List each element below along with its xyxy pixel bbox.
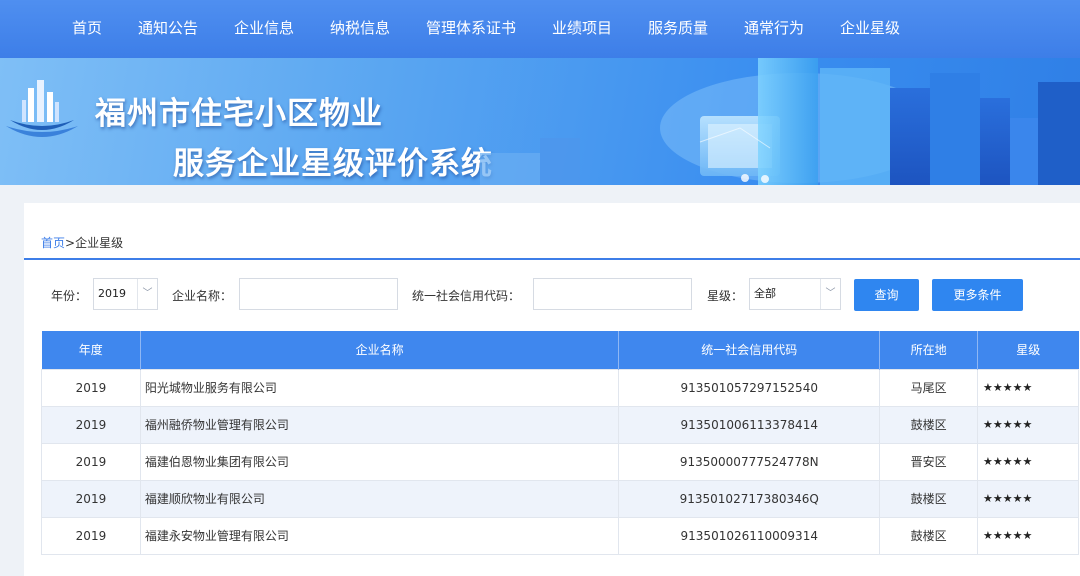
- nav-item-home[interactable]: 首页: [72, 0, 102, 58]
- cell-year: 2019: [41, 442, 141, 481]
- cell-credit-code: 913501026110009314: [618, 516, 881, 555]
- nav-item-projects[interactable]: 业绩项目: [552, 0, 612, 58]
- city-buildings-illustration: [480, 58, 1080, 185]
- nav-item-notice[interactable]: 通知公告: [138, 0, 198, 58]
- nav-item-behavior[interactable]: 通常行为: [744, 0, 804, 58]
- cell-credit-code: 91350000777524778N: [618, 442, 881, 481]
- year-select-value: 2019: [98, 287, 126, 300]
- nav-item-quality[interactable]: 服务质量: [648, 0, 708, 58]
- cell-stars: ★★★★★: [977, 442, 1079, 481]
- column-header-code: 统一社会信用代码: [618, 331, 881, 369]
- table-row[interactable]: 2019 福建永安物业管理有限公司 913501026110009314 鼓楼区…: [41, 516, 1079, 555]
- table-header-row: 年度 企业名称 统一社会信用代码 所在地 星级: [41, 331, 1079, 369]
- cell-company-name[interactable]: 福建伯恩物业集团有限公司: [139, 442, 620, 481]
- year-select[interactable]: 2019 ﹀: [93, 278, 158, 310]
- star-level-select-value: 全部: [754, 287, 776, 300]
- credit-code-label: 统一社会信用代码：: [412, 289, 521, 303]
- column-header-name: 企业名称: [140, 331, 620, 369]
- breadcrumb-divider: [24, 258, 1080, 260]
- cell-year: 2019: [41, 368, 141, 407]
- cell-company-name[interactable]: 福州融侨物业管理有限公司: [139, 405, 620, 444]
- table-row[interactable]: 2019 福建顺欣物业有限公司 91350102717380346Q 鼓楼区 ★…: [41, 479, 1079, 518]
- cell-stars: ★★★★★: [977, 405, 1079, 444]
- breadcrumb: 首页>企业星级: [41, 234, 123, 251]
- banner-title-line1: 福州市住宅小区物业: [95, 96, 383, 132]
- chevron-down-icon: ﹀: [820, 279, 840, 309]
- credit-code-input[interactable]: [533, 278, 692, 310]
- cell-location: 马尾区: [879, 368, 979, 407]
- star-rating-table: 年度 企业名称 统一社会信用代码 所在地 星级 2019 阳光城物业服务有限公司…: [41, 331, 1079, 555]
- year-label: 年份：: [51, 289, 88, 303]
- more-conditions-button[interactable]: 更多条件: [932, 279, 1023, 311]
- cell-year: 2019: [41, 479, 141, 518]
- cell-stars: ★★★★★: [977, 368, 1079, 407]
- cell-year: 2019: [41, 405, 141, 444]
- column-header-location: 所在地: [879, 331, 979, 369]
- company-name-input[interactable]: [239, 278, 398, 310]
- query-button[interactable]: 查询: [854, 279, 919, 311]
- cell-stars: ★★★★★: [977, 479, 1079, 518]
- table-row[interactable]: 2019 福建伯恩物业集团有限公司 91350000777524778N 晋安区…: [41, 442, 1079, 481]
- cell-company-name[interactable]: 福建顺欣物业有限公司: [139, 479, 620, 518]
- nav-item-tax[interactable]: 纳税信息: [330, 0, 390, 58]
- breadcrumb-home[interactable]: 首页: [41, 236, 65, 250]
- table-row[interactable]: 2019 福州融侨物业管理有限公司 913501006113378414 鼓楼区…: [41, 405, 1079, 444]
- cell-location: 鼓楼区: [879, 405, 979, 444]
- top-nav: 首页 通知公告 企业信息 纳税信息 管理体系证书 业绩项目 服务质量 通常行为 …: [0, 0, 1080, 58]
- star-level-label: 星级：: [707, 289, 744, 303]
- breadcrumb-current: 企业星级: [75, 236, 124, 250]
- cell-credit-code: 913501006113378414: [618, 405, 881, 444]
- cell-year: 2019: [41, 516, 141, 555]
- cell-location: 晋安区: [879, 442, 979, 481]
- breadcrumb-separator: >: [65, 236, 76, 250]
- nav-item-company[interactable]: 企业信息: [234, 0, 294, 58]
- cell-credit-code: 91350102717380346Q: [618, 479, 881, 518]
- star-level-select[interactable]: 全部 ﹀: [749, 278, 841, 310]
- nav-item-certificate[interactable]: 管理体系证书: [426, 0, 516, 58]
- cell-company-name[interactable]: 福建永安物业管理有限公司: [139, 516, 620, 555]
- cell-stars: ★★★★★: [977, 516, 1079, 555]
- cell-company-name[interactable]: 阳光城物业服务有限公司: [139, 368, 620, 407]
- city-logo-icon: [6, 80, 78, 137]
- cell-location: 鼓楼区: [879, 479, 979, 518]
- cell-location: 鼓楼区: [879, 516, 979, 555]
- nav-item-star-rating[interactable]: 企业星级: [840, 0, 900, 58]
- header-banner: 福州市住宅小区物业 服务企业星级评价系统: [0, 58, 1080, 185]
- column-header-year: 年度: [41, 331, 141, 369]
- company-name-label: 企业名称：: [172, 289, 233, 303]
- table-row[interactable]: 2019 阳光城物业服务有限公司 913501057297152540 马尾区 …: [41, 368, 1079, 407]
- column-header-stars: 星级: [977, 331, 1079, 369]
- chevron-down-icon: ﹀: [137, 279, 157, 309]
- cell-credit-code: 913501057297152540: [618, 368, 881, 407]
